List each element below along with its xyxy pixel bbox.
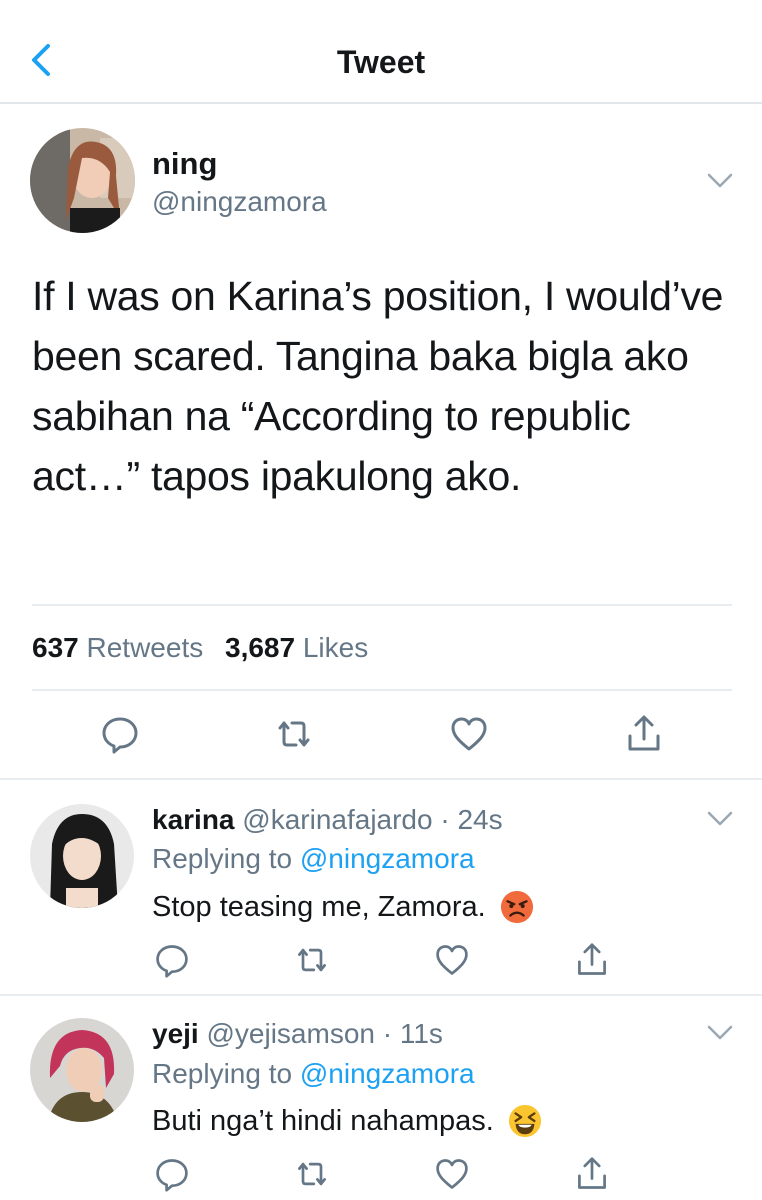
retweets-label[interactable]: Retweets — [87, 632, 204, 663]
reply-timestamp: · 24s — [440, 804, 503, 835]
share-icon[interactable] — [574, 942, 610, 978]
chevron-down-icon[interactable] — [706, 1024, 734, 1042]
reply-timestamp: · 11s — [382, 1018, 443, 1049]
retweet-icon[interactable] — [294, 942, 330, 978]
avatar[interactable] — [30, 128, 135, 233]
replying-to-link[interactable]: @ningzamora — [300, 843, 475, 874]
retweet-icon[interactable] — [294, 1156, 330, 1192]
divider — [32, 604, 732, 606]
author-name[interactable]: ning — [152, 146, 217, 182]
replying-to-label: Replying to — [152, 1058, 293, 1089]
reply-header: yeji @yejisamson · 11s — [152, 1018, 443, 1050]
tweet-text-line: act…” tapos ipakulong ako. — [32, 453, 522, 499]
reply-header: karina @karinafajardo · 24s — [152, 804, 503, 836]
reply-icon[interactable] — [154, 942, 190, 978]
retweet-count[interactable]: 637 — [32, 632, 79, 663]
chevron-down-icon[interactable] — [706, 810, 734, 828]
likes-label[interactable]: Likes — [303, 632, 368, 663]
chevron-down-icon[interactable] — [706, 172, 734, 190]
tweet-text-line: sabihan na “According to republic — [32, 393, 631, 439]
reply-author-handle[interactable]: @karinafajardo — [242, 804, 432, 835]
reply-icon[interactable] — [154, 1156, 190, 1192]
laughing-face-emoji — [508, 1104, 541, 1138]
reply-author-handle[interactable]: @yejisamson — [206, 1018, 374, 1049]
page-title: Tweet — [336, 44, 426, 80]
like-icon[interactable] — [434, 1156, 470, 1192]
reply-author-name[interactable]: karina — [152, 804, 235, 835]
reply-text: Buti nga’t hindi nahampas. — [152, 1104, 542, 1138]
author-handle[interactable]: @ningzamora — [152, 186, 327, 218]
replying-to: Replying to @ningzamora — [152, 843, 475, 875]
avatar[interactable] — [30, 1018, 134, 1122]
divider — [0, 778, 762, 780]
tweet-text-line: If I was on Karina’s position, I would’v… — [32, 273, 724, 319]
divider — [0, 994, 762, 996]
retweet-icon[interactable] — [274, 714, 314, 754]
replying-to: Replying to @ningzamora — [152, 1058, 475, 1090]
nav-bar: Tweet — [0, 0, 762, 104]
divider — [32, 689, 732, 691]
tweet-text-line: been scared. Tangina baka bigla ako — [32, 333, 689, 379]
like-icon[interactable] — [449, 714, 489, 754]
reply-text-content: Stop teasing me, Zamora. — [152, 890, 486, 923]
like-icon[interactable] — [434, 942, 470, 978]
tweet-text: If I was on Karina’s position, I would’v… — [32, 266, 732, 506]
like-count[interactable]: 3,687 — [225, 632, 295, 663]
replying-to-label: Replying to — [152, 843, 293, 874]
replying-to-link[interactable]: @ningzamora — [300, 1058, 475, 1089]
share-icon[interactable] — [574, 1156, 610, 1192]
reply-icon[interactable] — [100, 714, 140, 754]
reply-author-name[interactable]: yeji — [152, 1018, 199, 1049]
tweet-stats: 637 Retweets 3,687 Likes — [32, 632, 382, 664]
avatar[interactable] — [30, 804, 134, 908]
reply-text: Stop teasing me, Zamora. — [152, 890, 534, 924]
reply-text-content: Buti nga’t hindi nahampas. — [152, 1104, 494, 1137]
share-icon[interactable] — [624, 714, 664, 754]
angry-face-emoji — [500, 890, 533, 924]
